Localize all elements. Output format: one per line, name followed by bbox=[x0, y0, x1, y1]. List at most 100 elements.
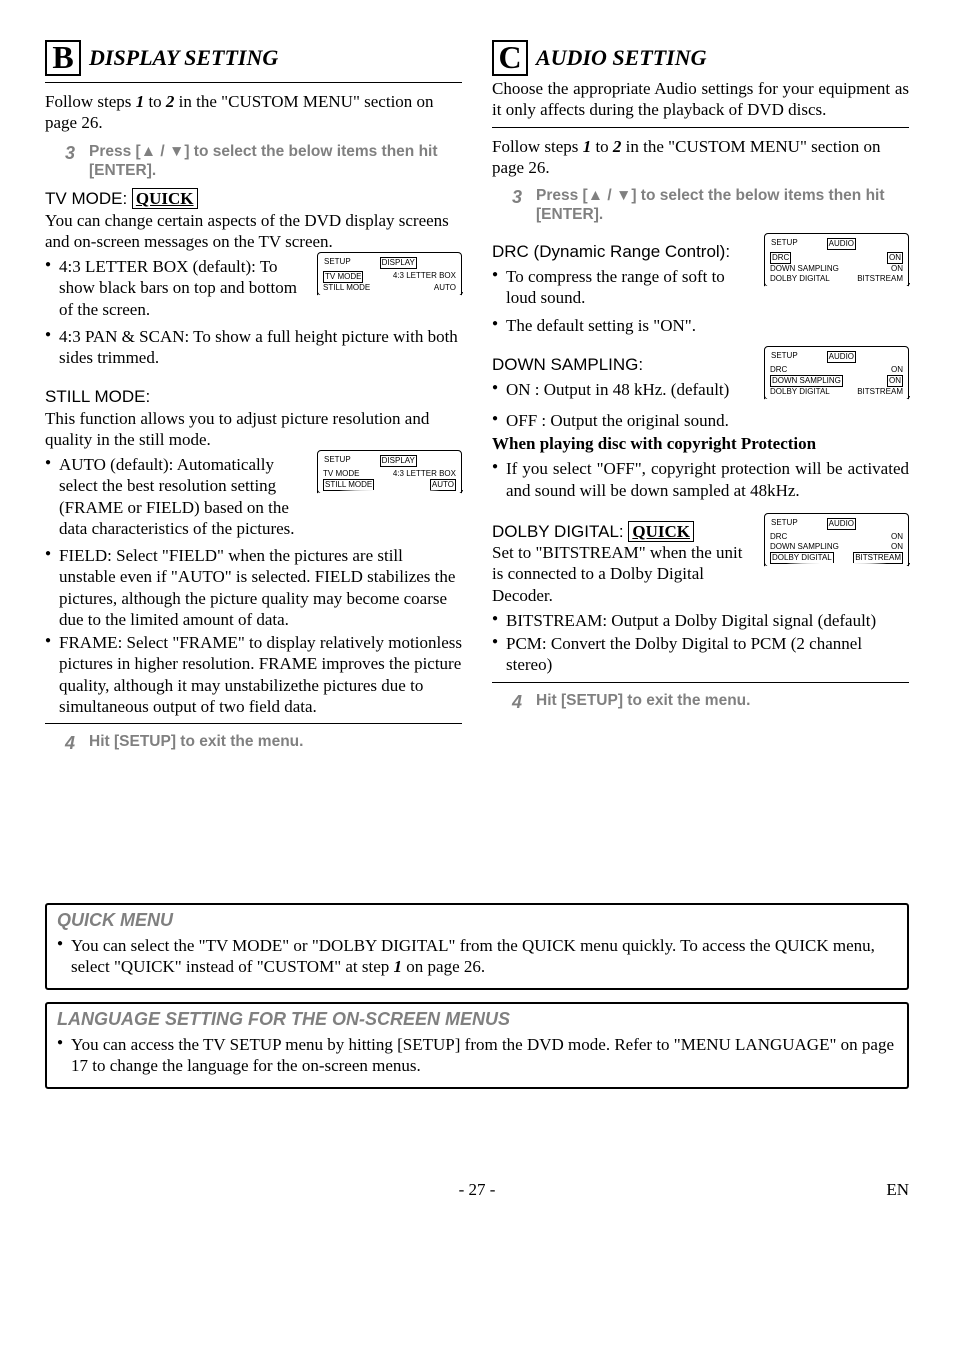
k: DOWN SAMPLING bbox=[770, 264, 839, 274]
divider bbox=[492, 127, 909, 128]
bullet: 4:3 PAN & SCAN: To show a full height pi… bbox=[45, 326, 462, 369]
txt: to bbox=[591, 137, 613, 156]
still-row: AUTO (default): Automatically select the… bbox=[45, 450, 462, 541]
bullet-list: FIELD: Select "FIELD" when the pictures … bbox=[45, 545, 462, 717]
step-4: 4 Hit [SETUP] to exit the menu. bbox=[65, 732, 462, 755]
v: ON bbox=[891, 264, 903, 274]
tv-mode-head: TV MODE: QUICK bbox=[45, 188, 462, 209]
bullet-list: You can select the "TV MODE" or "DOLBY D… bbox=[57, 935, 897, 978]
v: ON bbox=[887, 375, 903, 387]
dolby-head: DOLBY DIGITAL: QUICK bbox=[492, 521, 756, 542]
osd-tab: SETUP bbox=[770, 518, 799, 530]
bullet-list: BITSTREAM: Output a Dolby Digital signal… bbox=[492, 610, 909, 676]
step-number: 3 bbox=[65, 142, 75, 165]
bullet: To compress the range of soft to loud so… bbox=[492, 266, 756, 309]
osd-tab: AUDIO bbox=[827, 351, 856, 363]
label: TV MODE: bbox=[45, 189, 132, 208]
intro-text: Choose the appropriate Audio settings fo… bbox=[492, 78, 909, 121]
bullet-list: To compress the range of soft to loud so… bbox=[492, 266, 756, 309]
step-text: Press [▲ / ▼] to select the below items … bbox=[89, 142, 462, 181]
k: TV MODE bbox=[323, 469, 359, 479]
txt: to bbox=[144, 92, 166, 111]
divider bbox=[45, 723, 462, 724]
v: BITSTREAM bbox=[853, 552, 903, 564]
bullet: PCM: Convert the Dolby Digital to PCM (2… bbox=[492, 633, 909, 676]
bullet: The default setting is "ON". bbox=[492, 315, 909, 336]
txt: Follow steps bbox=[45, 92, 136, 111]
step-number: 3 bbox=[512, 186, 522, 209]
txt: 1 bbox=[394, 957, 403, 976]
k: DRC bbox=[770, 252, 791, 264]
bullet: You can select the "TV MODE" or "DOLBY D… bbox=[57, 935, 897, 978]
quick-badge: QUICK bbox=[132, 188, 198, 209]
k: DRC bbox=[770, 532, 787, 542]
osd-tab: SETUP bbox=[323, 455, 352, 467]
txt: on page 26. bbox=[402, 957, 485, 976]
down-head: DOWN SAMPLING: bbox=[492, 354, 756, 375]
intro-text: Follow steps 1 to 2 in the "CUSTOM MENU"… bbox=[45, 91, 462, 134]
quick-menu-box: QUICK MENU You can select the "TV MODE" … bbox=[45, 903, 909, 990]
divider bbox=[492, 682, 909, 683]
copyright-head: When playing disc with copyright Protect… bbox=[492, 433, 909, 454]
osd-display: SETUP DISPLAY TV MODE4:3 LETTER BOX STIL… bbox=[317, 450, 462, 500]
divider bbox=[45, 82, 462, 83]
bullet: FIELD: Select "FIELD" when the pictures … bbox=[45, 545, 462, 630]
bullet-list: The default setting is "ON". bbox=[492, 315, 909, 336]
tv-mode-row: 4:3 LETTER BOX (default): To show black … bbox=[45, 252, 462, 322]
v: ON bbox=[887, 252, 903, 264]
label: DOLBY DIGITAL: bbox=[492, 522, 628, 541]
k: DRC bbox=[770, 365, 787, 375]
step-4: 4 Hit [SETUP] to exit the menu. bbox=[512, 691, 909, 714]
osd-audio: SETUP AUDIO DRCON DOWN SAMPLINGON DOLBY … bbox=[764, 513, 909, 573]
step-3: 3 Press [▲ / ▼] to select the below item… bbox=[65, 142, 462, 181]
language-setting-box: LANGUAGE SETTING FOR THE ON-SCREEN MENUS… bbox=[45, 1002, 909, 1089]
v: ON bbox=[891, 542, 903, 552]
bullet: FRAME: Select "FRAME" to display relativ… bbox=[45, 632, 462, 717]
bullet-list: You can access the TV SETUP menu by hitt… bbox=[57, 1034, 897, 1077]
section-c-head: C AUDIO SETTING bbox=[492, 40, 909, 76]
step-number: 4 bbox=[512, 691, 522, 714]
page-footer: - 27 - EN bbox=[45, 1179, 909, 1200]
bullet-list: 4:3 LETTER BOX (default): To show black … bbox=[45, 256, 309, 320]
v: 4:3 LETTER BOX bbox=[393, 271, 456, 283]
txt: 1 bbox=[583, 137, 592, 156]
bullet: You can access the TV SETUP menu by hitt… bbox=[57, 1034, 897, 1077]
tv-mode-desc: You can change certain aspects of the DV… bbox=[45, 210, 462, 253]
osd-audio: SETUP AUDIO DRCON DOWN SAMPLINGON DOLBY … bbox=[764, 233, 909, 293]
section-letter: C bbox=[492, 40, 528, 76]
bullet-list: ON : Output in 48 kHz. (default) bbox=[492, 379, 756, 400]
lang-code: EN bbox=[886, 1179, 909, 1200]
txt: Follow steps bbox=[492, 137, 583, 156]
section-title: DISPLAY SETTING bbox=[89, 44, 278, 72]
drc-row: DRC (Dynamic Range Control): To compress… bbox=[492, 233, 909, 311]
still-desc: This function allows you to adjust pictu… bbox=[45, 408, 462, 451]
bullet: If you select "OFF", copyright protectio… bbox=[492, 458, 909, 501]
bullet: ON : Output in 48 kHz. (default) bbox=[492, 379, 756, 400]
down-row: DOWN SAMPLING: ON : Output in 48 kHz. (d… bbox=[492, 346, 909, 406]
step-3: 3 Press [▲ / ▼] to select the below item… bbox=[512, 186, 909, 225]
left-column: B DISPLAY SETTING Follow steps 1 to 2 in… bbox=[45, 40, 462, 763]
step-number: 4 bbox=[65, 732, 75, 755]
bullet: OFF : Output the original sound. bbox=[492, 410, 909, 431]
bullet: AUTO (default): Automatically select the… bbox=[45, 454, 309, 539]
dolby-desc: Set to "BITSTREAM" when the unit is conn… bbox=[492, 542, 756, 606]
box-head: QUICK MENU bbox=[57, 909, 897, 932]
two-column-layout: B DISPLAY SETTING Follow steps 1 to 2 in… bbox=[45, 40, 909, 763]
right-column: C AUDIO SETTING Choose the appropriate A… bbox=[492, 40, 909, 763]
osd-tab: AUDIO bbox=[827, 518, 856, 530]
osd-tab: SETUP bbox=[770, 238, 799, 250]
section-b-head: B DISPLAY SETTING bbox=[45, 40, 462, 76]
v: 4:3 LETTER BOX bbox=[393, 469, 456, 479]
bullet: 4:3 LETTER BOX (default): To show black … bbox=[45, 256, 309, 320]
k: DOLBY DIGITAL bbox=[770, 552, 834, 564]
dolby-row: DOLBY DIGITAL: QUICK Set to "BITSTREAM" … bbox=[492, 513, 909, 606]
box-head: LANGUAGE SETTING FOR THE ON-SCREEN MENUS bbox=[57, 1008, 897, 1031]
step-text: Press [▲ / ▼] to select the below items … bbox=[536, 186, 909, 225]
k: DOWN SAMPLING bbox=[770, 542, 839, 552]
bullet-list: 4:3 PAN & SCAN: To show a full height pi… bbox=[45, 326, 462, 369]
step-text: Hit [SETUP] to exit the menu. bbox=[536, 691, 750, 710]
osd-tab: AUDIO bbox=[827, 238, 856, 250]
k: DOWN SAMPLING bbox=[770, 375, 843, 387]
section-title: AUDIO SETTING bbox=[536, 44, 707, 72]
bullet-list: AUTO (default): Automatically select the… bbox=[45, 454, 309, 539]
